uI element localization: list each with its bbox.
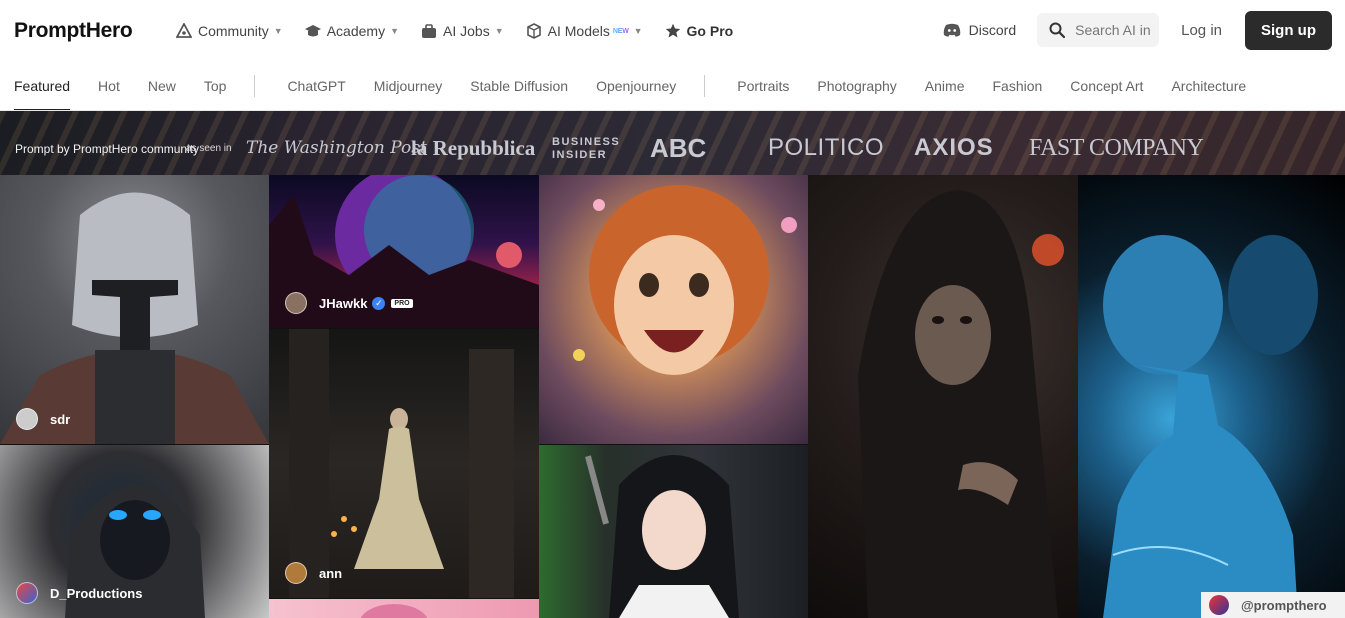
tab-hot[interactable]: Hot — [98, 62, 120, 110]
author-name: JHawkk — [319, 295, 368, 311]
header-actions: Discord Log in Sign up — [943, 10, 1332, 50]
nav-go-pro[interactable]: Go Pro — [665, 23, 734, 39]
search-icon — [1049, 22, 1066, 38]
smiling-girl-image — [573, 185, 797, 375]
axios-logo: AXIOS — [914, 134, 994, 161]
hooded-old-woman-image — [858, 190, 1064, 618]
tab-separator — [704, 75, 706, 97]
gallery-card[interactable] — [539, 175, 808, 444]
verified-icon: ✓ — [372, 296, 386, 310]
washington-post-logo: The Washington Post — [246, 138, 427, 158]
avatar — [1209, 595, 1229, 615]
as-seen-in-label: as seen in — [186, 143, 232, 154]
la-repubblica-logo: la Repubblica — [411, 136, 536, 160]
tab-chatgpt[interactable]: ChatGPT — [287, 62, 345, 110]
nav-ai-models[interactable]: AI Models NEW ▼ — [526, 23, 643, 39]
abc-logo: ABC — [650, 133, 707, 163]
star-icon — [665, 23, 680, 38]
nav-ai-jobs[interactable]: AI Jobs ▼ — [421, 23, 504, 39]
image-gallery: sdr D_Productions JHawkk ✓ PRO ann @prom… — [0, 175, 1345, 618]
chevron-down-icon: ▼ — [273, 26, 283, 36]
press-banner: Prompt by PromptHero community as seen i… — [0, 111, 1345, 175]
gallery-card[interactable]: JHawkk ✓ PRO — [269, 175, 539, 328]
nav-academy[interactable]: Academy ▼ — [304, 23, 399, 39]
graduation-cap-icon — [304, 25, 321, 37]
tab-featured[interactable]: Featured — [14, 62, 71, 110]
gallery-card[interactable] — [269, 599, 539, 618]
discord-icon — [943, 23, 960, 37]
armored-helmet-image — [0, 192, 269, 444]
politico-logo: POLITICO — [768, 134, 885, 161]
prompthero-watermark: @prompthero — [1201, 592, 1345, 618]
nav-community-label: Community — [198, 23, 269, 39]
gallery-card[interactable]: D_Productions — [0, 445, 269, 618]
gallery-card[interactable]: sdr — [0, 175, 269, 444]
author-name: ann — [319, 565, 343, 581]
tab-openjourney[interactable]: Openjourney — [596, 62, 676, 110]
community-icon — [176, 23, 192, 38]
card-author[interactable]: D_Productions — [16, 582, 142, 604]
tab-fashion[interactable]: Fashion — [992, 62, 1042, 110]
briefcase-icon — [422, 24, 436, 38]
card-author[interactable]: JHawkk ✓ PRO — [285, 292, 413, 314]
search-input[interactable] — [1075, 22, 1152, 38]
site-logo[interactable]: PromptHero — [14, 19, 133, 43]
tab-top[interactable]: Top — [204, 62, 227, 110]
category-tabs: Featured Hot New Top ChatGPT Midjourney … — [0, 62, 1345, 111]
login-link[interactable]: Log in — [1181, 22, 1222, 39]
discord-label: Discord — [968, 22, 1017, 38]
nav-ai-jobs-label: AI Jobs — [443, 23, 490, 39]
anime-girl-image — [585, 455, 739, 618]
tab-new[interactable]: New — [148, 62, 176, 110]
avatar — [285, 562, 307, 584]
signup-button[interactable]: Sign up — [1245, 10, 1332, 50]
nav-academy-label: Academy — [326, 23, 386, 39]
tab-separator — [254, 75, 256, 97]
gallery-card[interactable] — [1078, 175, 1345, 618]
nav-go-pro-label: Go Pro — [686, 23, 734, 39]
glass-android-image — [1103, 235, 1318, 618]
tab-portraits[interactable]: Portraits — [737, 62, 789, 110]
avatar — [16, 408, 38, 430]
tab-architecture[interactable]: Architecture — [1171, 62, 1246, 110]
watermark-handle: @prompthero — [1241, 597, 1327, 613]
banner-caption: Prompt by PromptHero community — [15, 142, 200, 156]
cube-icon — [526, 23, 541, 39]
avatar — [285, 292, 307, 314]
new-badge: NEW — [612, 27, 629, 35]
gallery-card[interactable]: ann — [269, 329, 539, 598]
tab-anime[interactable]: Anime — [925, 62, 965, 110]
search-box[interactable] — [1037, 13, 1160, 47]
main-nav: Community ▼ Academy ▼ AI Jobs ▼ AI Model… — [176, 0, 755, 62]
tab-photography[interactable]: Photography — [817, 62, 896, 110]
author-name: D_Productions — [50, 585, 143, 601]
nav-ai-models-label: AI Models — [547, 23, 610, 39]
pro-badge: PRO — [391, 298, 413, 308]
tab-concept-art[interactable]: Concept Art — [1070, 62, 1143, 110]
discord-link[interactable]: Discord — [943, 22, 1016, 38]
business-insider-logo: BUSINESS INSIDER — [552, 136, 621, 161]
woman-in-gown-image — [289, 329, 514, 598]
chevron-down-icon: ▼ — [494, 26, 504, 36]
gallery-card[interactable] — [539, 445, 808, 618]
card-author[interactable]: sdr — [16, 408, 70, 430]
top-navbar: PromptHero Community ▼ Academy ▼ AI Jobs… — [0, 0, 1345, 62]
fast-company-logo: FAST COMPANY — [1029, 135, 1204, 161]
avatar — [16, 582, 38, 604]
tab-midjourney[interactable]: Midjourney — [374, 62, 442, 110]
tab-stable-diffusion[interactable]: Stable Diffusion — [470, 62, 568, 110]
card-author[interactable]: ann — [285, 562, 342, 584]
pink-artwork-image — [360, 604, 428, 618]
gallery-card[interactable] — [808, 175, 1078, 618]
author-name: sdr — [50, 411, 71, 427]
nav-community[interactable]: Community ▼ — [176, 23, 283, 39]
chevron-down-icon: ▼ — [390, 26, 399, 36]
chevron-down-icon: ▼ — [633, 26, 643, 36]
